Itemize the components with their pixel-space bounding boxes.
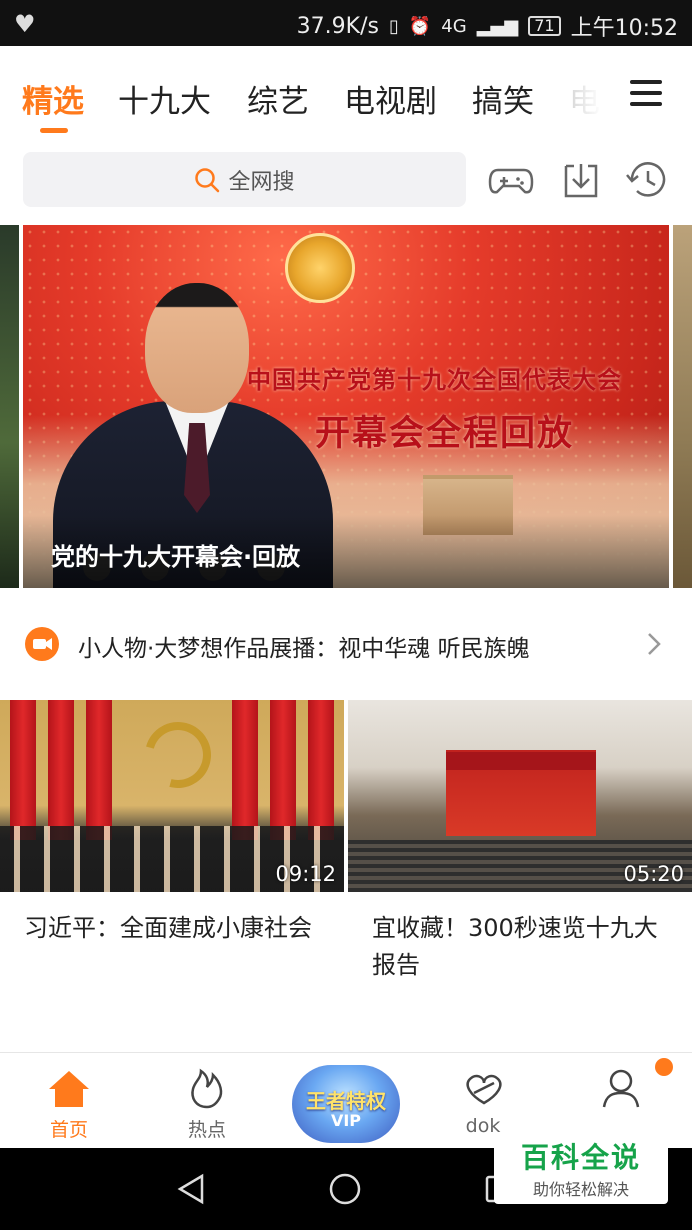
chevron-right-icon [648,633,661,655]
home-circle-icon[interactable] [328,1172,362,1206]
notice-text: 小人物·大梦想作品展播：视中华魂 听民族魄 [78,636,530,662]
menu-icon[interactable] [630,80,662,108]
notification-dot [655,1058,673,1076]
signal-icon: ▂▄▆ [476,15,519,37]
tab-fade-mask [560,66,620,126]
home-icon [49,1071,89,1107]
back-icon[interactable] [176,1173,208,1205]
nav-hot[interactable]: 热点 [138,1053,276,1149]
health-icon: ♥ [14,10,36,38]
video-thumbnail: 05:20 [348,700,692,892]
video-title: 宜收藏！300秒速览十九大报告 [372,914,658,979]
watermark-subtitle: 助你轻松解决 [532,1180,629,1199]
video-card[interactable]: 05:20 宜收藏！300秒速览十九大报告 [348,700,692,984]
history-icon[interactable] [624,160,670,200]
clock: 上午10:52 [570,16,678,41]
download-icon[interactable] [558,160,604,200]
battery-level: 71 [528,16,561,36]
flame-icon [191,1068,223,1109]
heart-link-icon [466,1074,502,1105]
tab-featured[interactable]: 精选 [22,76,84,121]
network-speed: 37.9K/s [296,13,379,39]
video-card[interactable]: 09:12 习近平：全面建成小康社会 [0,700,344,947]
notice-row[interactable]: 小人物·大梦想作品展播：视中华魂 听民族魄 [0,610,692,678]
vip-badge-sub: VIP [330,1111,362,1130]
video-title: 习近平：全面建成小康社会 [24,914,312,942]
hero-banner[interactable]: 中国共产党第十九次全国代表大会 开幕会全程回放 党的十九大开幕会·回放 [23,225,669,588]
app-screen: ♥ 37.9K/s ▯ ⏰ 4G ▂▄▆ 71 上午10:52 精选 十九大 综… [0,0,692,1230]
banner-subheadline: 开幕会全程回放 [315,414,575,454]
search-icon [195,167,220,192]
banner-caption: 党的十九大开幕会·回放 [51,543,301,571]
video-duration: 09:12 [275,862,336,886]
watermark-title: 百科全说 [520,1141,641,1174]
nav-home[interactable]: 首页 [0,1053,138,1149]
status-bar: ♥ 37.9K/s ▯ ⏰ 4G ▂▄▆ 71 上午10:52 [0,0,692,46]
tab-tv-series[interactable]: 电视剧 [344,76,437,121]
party-emblem-icon [132,709,224,801]
search-box[interactable]: 全网搜 [23,152,466,207]
search-placeholder: 全网搜 [228,169,295,195]
video-thumbnail: 09:12 [0,700,344,892]
category-tabs: 精选 十九大 综艺 电视剧 搞笑 电 [0,46,692,146]
alarm-icon: ⏰ [408,15,432,37]
vip-privilege-badge[interactable]: 王者特权 VIP [292,1065,400,1143]
carousel-prev-peek[interactable] [0,225,19,588]
tab-variety[interactable]: 综艺 [247,76,309,121]
tab-comedy[interactable]: 搞笑 [472,76,534,121]
vip-badge-title: 王者特权 [306,1089,386,1113]
network-type: 4G [441,15,467,37]
user-icon [602,1069,640,1108]
tab-19th-congress[interactable]: 十九大 [118,76,211,121]
gamepad-icon[interactable] [488,160,534,200]
nav-label: 首页 [49,1119,88,1141]
vibrate-icon: ▯ [388,15,399,37]
banner-headline: 中国共产党第十九次全国代表大会 [247,366,622,394]
carousel-next-peek[interactable] [673,225,692,588]
video-duration: 05:20 [623,862,684,886]
status-right: 37.9K/s ▯ ⏰ 4G ▂▄▆ 71 上午10:52 [297,10,678,42]
nav-label: 热点 [187,1119,226,1141]
active-tab-indicator [40,128,68,133]
watermark: 百科全说 助你轻松解决 [494,1132,668,1204]
video-camera-icon [25,627,59,661]
